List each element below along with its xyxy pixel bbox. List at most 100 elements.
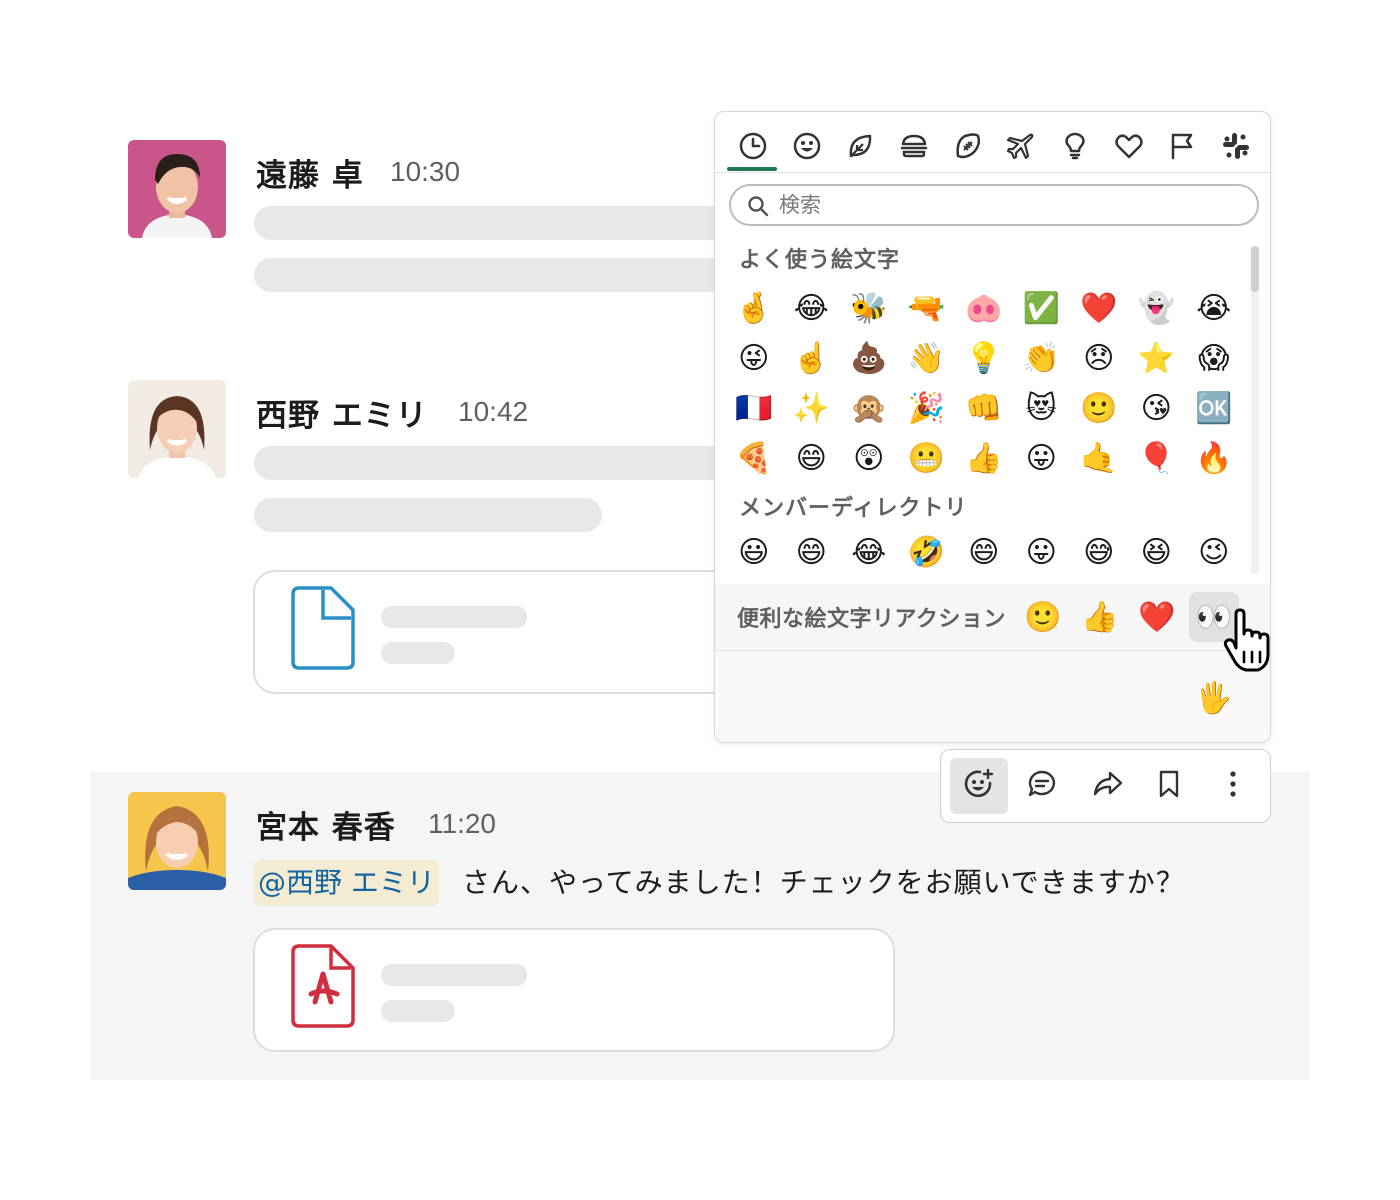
emoji-button[interactable]: 👊 <box>955 384 1013 434</box>
author-name[interactable]: 宮本 春香 <box>256 802 396 847</box>
emoji-button[interactable]: 😜 <box>725 334 783 384</box>
travel-category-tab[interactable] <box>1001 128 1041 168</box>
avatar[interactable] <box>128 792 226 890</box>
avatar[interactable] <box>128 380 226 478</box>
quick-reaction-emoji[interactable]: ❤️ <box>1132 592 1182 642</box>
emoji-button[interactable]: 🔫 <box>898 284 956 334</box>
add-reaction-button[interactable] <box>950 758 1008 814</box>
smileys-category-tab[interactable] <box>787 128 827 168</box>
emoji-button[interactable]: 😲 <box>840 434 898 484</box>
emoji-button[interactable]: 👍 <box>955 434 1013 484</box>
emoji-button[interactable]: 🆗 <box>1185 384 1243 434</box>
reply-thread-button[interactable] <box>1013 758 1071 814</box>
filesize-placeholder <box>381 642 455 664</box>
quick-reaction-emoji[interactable]: 🙂 <box>1018 592 1068 642</box>
emoji-button[interactable]: 🐽 <box>955 284 1013 334</box>
emoji-button[interactable]: 👏 <box>1013 334 1071 384</box>
emoji-search-box[interactable] <box>729 184 1259 226</box>
emoji-button[interactable]: ✅ <box>1013 284 1071 334</box>
emoji-button[interactable]: 🐝 <box>840 284 898 334</box>
quick-reactions-bar: 便利な絵文字リアクション 🙂 👍 ❤️ 👀 <box>715 584 1270 650</box>
emoji-button[interactable]: 😘 <box>1128 384 1186 434</box>
emoji-button[interactable]: 😱 <box>1185 334 1243 384</box>
add-reaction-icon <box>963 768 995 804</box>
recent-category-tab[interactable] <box>733 128 773 168</box>
emoji-button[interactable]: 😄 <box>955 528 1013 578</box>
scrollbar-thumb[interactable] <box>1251 246 1259 292</box>
bookmark-button[interactable] <box>1140 758 1198 814</box>
objects-category-tab[interactable] <box>1055 128 1095 168</box>
emoji-button[interactable]: 😄 <box>783 434 841 484</box>
message-timestamp[interactable]: 10:30 <box>390 156 460 188</box>
emoji-button[interactable]: ⭐ <box>1128 334 1186 384</box>
emoji-button[interactable]: 🤙 <box>1070 434 1128 484</box>
emoji-button[interactable]: 😄 <box>783 528 841 578</box>
emoji-button[interactable]: 🤞 <box>725 284 783 334</box>
emoji-button[interactable]: 🔥 <box>1185 434 1243 484</box>
pdf-attachment[interactable] <box>253 928 895 1052</box>
emoji-button[interactable]: 👋 <box>898 334 956 384</box>
text-placeholder <box>254 258 734 292</box>
share-button[interactable] <box>1079 758 1137 814</box>
divider <box>715 172 1270 173</box>
flags-category-tab[interactable] <box>1162 128 1202 168</box>
nature-category-tab[interactable] <box>840 128 880 168</box>
emoji-button[interactable]: 😞 <box>1070 334 1128 384</box>
message-timestamp[interactable]: 11:20 <box>428 808 496 840</box>
emoji-button[interactable]: 😂 <box>783 284 841 334</box>
emoji-button[interactable]: 💩 <box>840 334 898 384</box>
member-section-label: メンバーディレクトリ <box>739 496 968 521</box>
message-actions-toolbar <box>940 749 1271 823</box>
bookmark-icon <box>1153 768 1185 804</box>
flag-icon <box>1167 131 1197 165</box>
clock-icon <box>738 131 768 165</box>
more-actions-button[interactable] <box>1204 758 1262 814</box>
hand-cursor-icon <box>1222 608 1282 678</box>
emoji-button[interactable]: 👻 <box>1128 284 1186 334</box>
emoji-button[interactable]: 😛 <box>1013 528 1071 578</box>
author-name[interactable]: 西野 エミリ <box>256 390 428 435</box>
custom-category-tab[interactable] <box>1216 128 1256 168</box>
emoji-button[interactable]: 💡 <box>955 334 1013 384</box>
emoji-button[interactable]: 🙂 <box>1070 384 1128 434</box>
avatar[interactable] <box>128 140 226 238</box>
emoji-button[interactable]: 😅 <box>1070 528 1128 578</box>
food-category-tab[interactable] <box>894 128 934 168</box>
emoji-button[interactable]: 😭 <box>1185 284 1243 334</box>
frequent-emoji-grid: 🤞 😂 🐝 🔫 🐽 ✅ ❤️ 👻 😭 😜 ☝️ 💩 👋 💡 👏 😞 ⭐ 😱 🇫🇷 ✨ 🙊 🎉 👊 😻 🙂 😘 🆗 🍕 😄 😲 😬 👍 😛 🤙 🎈 🔥 <box>725 284 1243 484</box>
emoji-button[interactable]: 😂 <box>840 528 898 578</box>
emoji-button[interactable]: 😃 <box>725 528 783 578</box>
skin-tone-selector[interactable]: 🖐️ <box>1195 681 1232 716</box>
emoji-button[interactable]: 🍕 <box>725 434 783 484</box>
emoji-search-input[interactable] <box>779 190 1239 220</box>
message-timestamp[interactable]: 10:42 <box>458 396 528 428</box>
more-actions-icon <box>1217 768 1249 804</box>
frequent-section-label: よく使う絵文字 <box>739 248 901 273</box>
emoji-button[interactable]: ✨ <box>783 384 841 434</box>
emoji-button[interactable]: ❤️ <box>1070 284 1128 334</box>
emoji-button[interactable]: 🎈 <box>1128 434 1186 484</box>
message-text: さん、やってみました！チェックをお願いできますか？ <box>462 866 1185 899</box>
scrollbar-track[interactable] <box>1251 246 1259 574</box>
emoji-button[interactable]: 😻 <box>1013 384 1071 434</box>
text-placeholder <box>254 206 734 240</box>
share-icon <box>1092 768 1124 804</box>
user-mention[interactable]: @西野 エミリ <box>254 860 439 906</box>
author-name[interactable]: 遠藤 卓 <box>256 150 364 195</box>
leaf-icon <box>845 131 875 165</box>
quick-reaction-emoji[interactable]: 👍 <box>1075 592 1125 642</box>
symbols-category-tab[interactable] <box>1109 128 1149 168</box>
activity-category-tab[interactable] <box>948 128 988 168</box>
emoji-button[interactable]: 🎉 <box>898 384 956 434</box>
emoji-button[interactable]: 🤣 <box>898 528 956 578</box>
emoji-button[interactable]: ☝️ <box>783 334 841 384</box>
emoji-button[interactable]: 🇫🇷 <box>725 384 783 434</box>
emoji-button[interactable]: 😬 <box>898 434 956 484</box>
emoji-button[interactable]: 😉 <box>1185 528 1243 578</box>
active-tab-indicator <box>727 167 777 171</box>
emoji-button[interactable]: 😆 <box>1128 528 1186 578</box>
file-icon <box>291 586 355 674</box>
filesize-placeholder <box>381 1000 455 1022</box>
emoji-button[interactable]: 😛 <box>1013 434 1071 484</box>
emoji-button[interactable]: 🙊 <box>840 384 898 434</box>
